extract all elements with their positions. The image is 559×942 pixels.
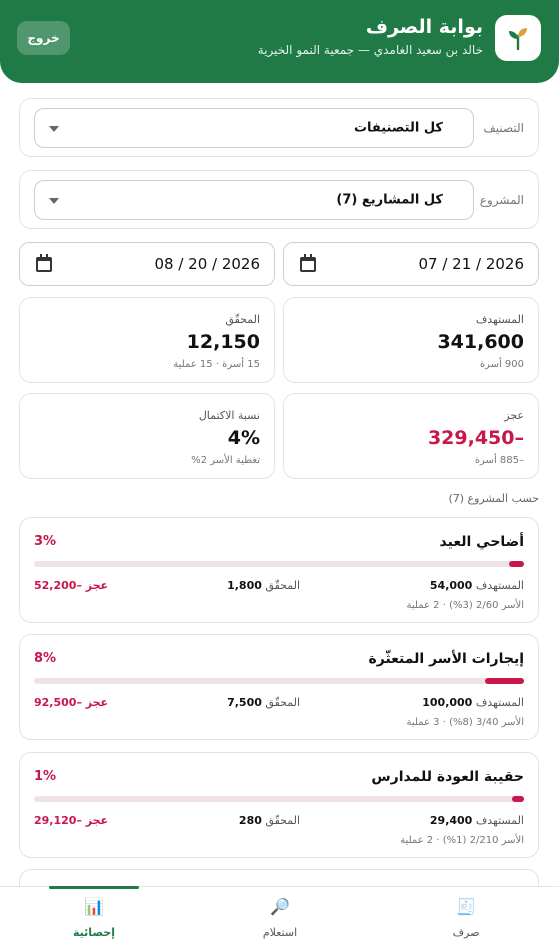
stat-achieved: المحقّق 12,150 15 أسرة · 15 عملية [19, 297, 275, 383]
project-deficit: عجز –92,500 [34, 696, 109, 709]
stat-completion-label: نسبة الاكتمال [198, 409, 260, 422]
stat-achieved-note: 15 أسرة · 15 عملية [173, 359, 260, 370]
project-achieved-value: 280 [238, 814, 262, 827]
project-name: إيجارات الأسر المتعثّرة [368, 651, 524, 667]
stat-target-value: 341,600 [437, 331, 524, 353]
project-name: أضاحي العيد [439, 534, 524, 550]
bar-chart-icon: 📊 [84, 897, 104, 916]
project-target-value: 54,000 [429, 579, 473, 592]
project-filter-card: المشروع كل المشاريع (7) [19, 170, 539, 229]
project-target-label: المستهدف [475, 814, 524, 827]
project-filter-label: المشروع [479, 192, 524, 207]
project-percent: 3% [34, 534, 57, 549]
project-target-label: المستهدف [475, 696, 524, 709]
project-target-value: 29,400 [429, 814, 473, 827]
progress-track [34, 796, 524, 802]
magnifier-icon: 🔎 [270, 897, 290, 916]
nav-item-label: إحصائية [73, 926, 115, 939]
project-achieved-label: المحقّق [265, 814, 300, 827]
app-logo [495, 15, 541, 61]
project-achieved-value: 1,800 [227, 579, 262, 592]
project-achieved-label: المحقّق [265, 579, 300, 592]
nav-item-inquiry[interactable]: 🔎 استعلام [187, 887, 373, 942]
project-deficit: عجز –29,120 [34, 814, 109, 827]
project-select[interactable]: كل المشاريع (7) [34, 180, 474, 220]
project-deficit: عجز –52,200 [34, 579, 109, 592]
date-from-value: 07 / 21 / 2026 [418, 255, 524, 273]
project-achieved: المحقّق 7,500 [227, 696, 300, 709]
project-target: المستهدف 29,400 [430, 814, 524, 827]
progress-track [34, 678, 524, 684]
stat-deficit-note: –885 أسرة [474, 455, 524, 466]
project-name: حقيبة العودة للمدارس [371, 769, 524, 785]
project-achieved: المحقّق 280 [239, 814, 300, 827]
project-achieved-value: 7,500 [227, 696, 262, 709]
nav-item-label: صرف [452, 926, 480, 939]
project-target-value: 100,000 [422, 696, 473, 709]
category-filter-label: التصنيف [483, 120, 524, 135]
calendar-icon[interactable] [36, 254, 52, 272]
project-percent: 1% [34, 769, 57, 784]
stat-deficit: عجز –329,450 –885 أسرة [283, 393, 539, 479]
nav-item-statistics[interactable]: 📊 إحصائية [1, 886, 187, 942]
stat-target-note: 900 أسرة [479, 359, 524, 370]
stat-target-label: المستهدف [475, 313, 524, 326]
project-note: الأسر 2/210 (1%) · 2 عملية [400, 835, 524, 846]
project-note: الأسر 3/40 (8%) · 3 عملية [406, 717, 524, 728]
stat-achieved-label: المحقّق [225, 313, 260, 326]
project-select-value: كل المشاريع (7) [336, 192, 443, 208]
progress-fill [509, 561, 524, 567]
progress-fill [484, 678, 524, 684]
calendar-icon[interactable] [300, 254, 316, 272]
category-select[interactable]: كل التصنيفات [34, 108, 474, 148]
receipt-icon: 🧾 [456, 897, 476, 916]
project-target: المستهدف 100,000 [422, 696, 524, 709]
project-achieved-label: المحقّق [265, 696, 300, 709]
page-title: بوابة الصرف [365, 16, 483, 38]
stat-completion: نسبة الاكتمال 4% تغطية الأسر 2% [19, 393, 275, 479]
nav-item-label: استعلام [262, 926, 298, 939]
section-title: حسب المشروع (7) [448, 492, 539, 505]
user-org-subtitle: خالد بن سعيد الغامدي — جمعية النمو الخير… [257, 43, 483, 57]
stat-completion-value: 4% [227, 427, 260, 449]
sprout-icon [509, 28, 527, 51]
stat-completion-note: تغطية الأسر 2% [191, 455, 260, 466]
project-note: الأسر 2/60 (3%) · 2 عملية [406, 600, 524, 611]
chevron-down-icon [49, 126, 59, 132]
date-to-value: 08 / 20 / 2026 [154, 255, 260, 273]
chevron-down-icon [49, 198, 59, 204]
stat-deficit-label: عجز [504, 409, 524, 422]
stat-achieved-value: 12,150 [186, 331, 260, 353]
progress-track [34, 561, 524, 567]
logout-button[interactable]: خروج [17, 21, 70, 55]
project-card[interactable]: حقيبة العودة للمدارس 1% المستهدف 29,400 … [19, 752, 539, 858]
project-percent: 8% [34, 651, 57, 666]
progress-fill [512, 796, 524, 802]
app-header: بوابة الصرف خالد بن سعيد الغامدي — جمعية… [0, 0, 559, 83]
stat-target: المستهدف 341,600 900 أسرة [283, 297, 539, 383]
project-card[interactable]: أضاحي العيد 3% المستهدف 54,000 المحقّق 1… [19, 517, 539, 623]
category-filter-card: التصنيف كل التصنيفات [19, 98, 539, 157]
stat-deficit-value: –329,450 [427, 427, 524, 449]
bottom-nav: 🧾 صرف 🔎 استعلام 📊 إحصائية [0, 886, 559, 942]
nav-item-disburse[interactable]: 🧾 صرف [373, 887, 559, 942]
date-to-input[interactable]: 08 / 20 / 2026 [19, 242, 275, 286]
project-target: المستهدف 54,000 [430, 579, 524, 592]
project-target-label: المستهدف [475, 579, 524, 592]
project-achieved: المحقّق 1,800 [227, 579, 300, 592]
date-from-input[interactable]: 07 / 21 / 2026 [283, 242, 539, 286]
project-card[interactable]: إيجارات الأسر المتعثّرة 8% المستهدف 100,… [19, 634, 539, 740]
category-select-value: كل التصنيفات [353, 120, 443, 136]
